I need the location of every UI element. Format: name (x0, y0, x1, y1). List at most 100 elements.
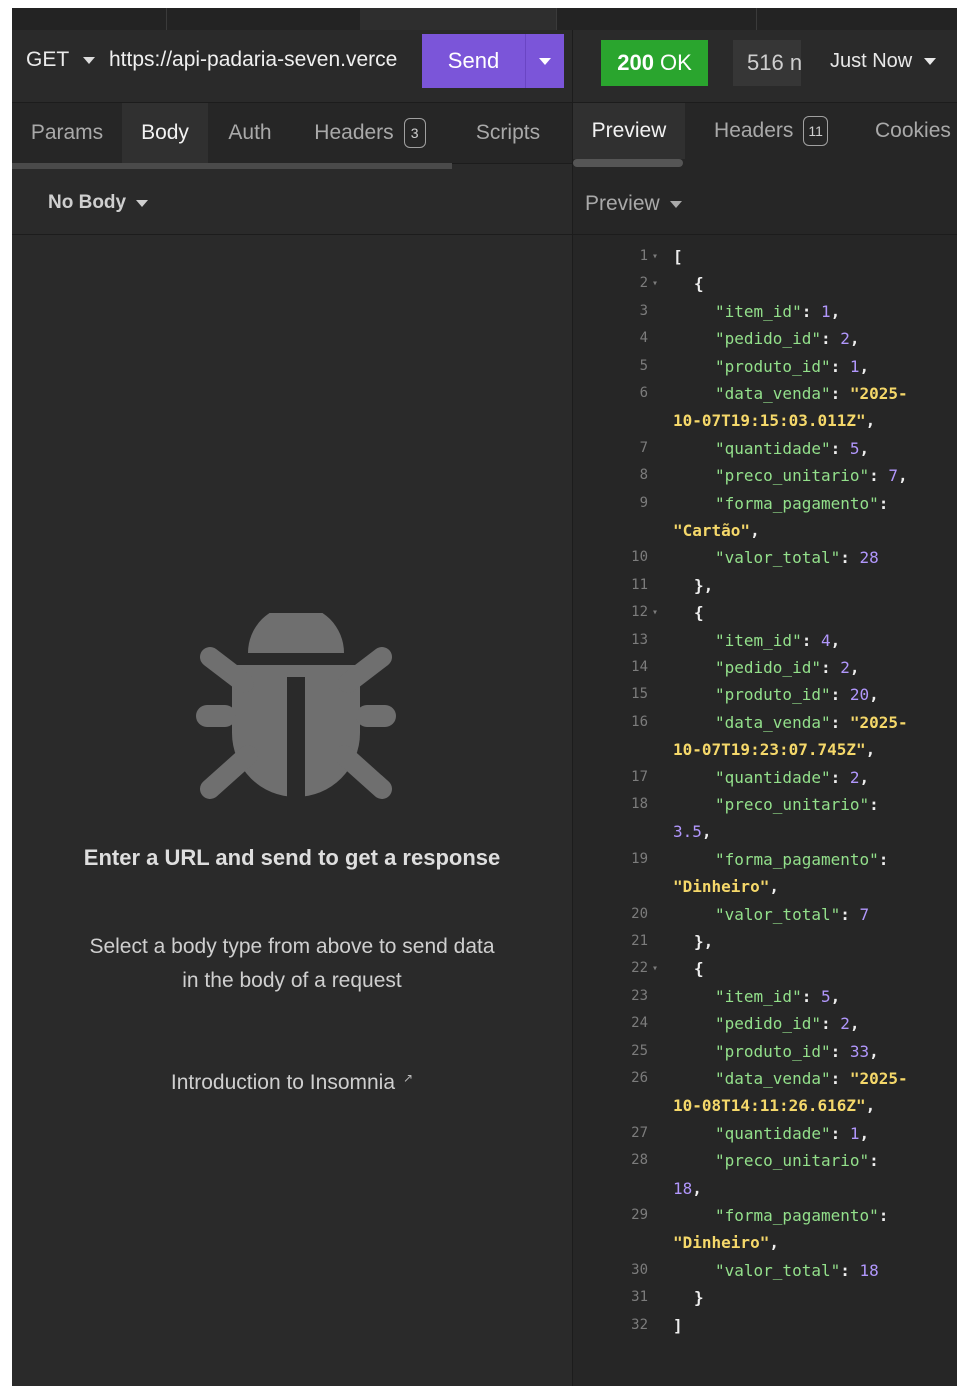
line-number: 16 (631, 713, 648, 730)
code-line: 3.5, (573, 818, 957, 845)
code-text: "forma_pagamento": (715, 493, 889, 513)
tab-label: Headers (314, 121, 394, 144)
code-line: 32] (573, 1312, 957, 1339)
code-line: 17 "quantidade": 2, (573, 764, 957, 791)
code-line: 25 "produto_id": 33, (573, 1038, 957, 1065)
fold-toggle-icon[interactable]: ▾ (652, 243, 662, 270)
preview-mode-select[interactable]: Preview (585, 192, 682, 216)
insomnia-app: GET https://api-padaria-seven.verce Send… (12, 8, 957, 1386)
code-line: 19 "forma_pagamento": (573, 846, 957, 873)
bug-icon (196, 613, 396, 799)
code-text: { (694, 274, 704, 294)
fold-toggle-icon[interactable]: ▾ (652, 955, 662, 982)
code-line: 4 "pedido_id": 2, (573, 325, 957, 352)
code-text: "valor_total": 18 (715, 1260, 879, 1280)
response-time-select[interactable]: Just Now (830, 50, 937, 73)
method-select[interactable]: GET (26, 48, 96, 72)
line-number: 31 (631, 1289, 648, 1306)
code-text: "forma_pagamento": (715, 1206, 889, 1225)
code-text: 10-08T14:11:26.616Z", (673, 1096, 876, 1116)
url-input[interactable]: https://api-padaria-seven.verce (109, 48, 424, 72)
window-tab[interactable] (556, 8, 757, 30)
send-options-button[interactable] (526, 57, 564, 65)
line-number: 17 (631, 768, 648, 785)
code-line: 10 "valor_total": 28 (573, 544, 957, 571)
status-badge: 200 OK (601, 40, 708, 86)
request-pane: GET https://api-padaria-seven.verce Send… (12, 30, 573, 1386)
subtitle-line: Select a body type from above to send da… (89, 935, 495, 958)
code-text: [ (673, 247, 683, 266)
line-number: 5 (639, 357, 648, 374)
response-pane: 200 OK 516 n Just Now Preview Headers 11… (573, 30, 957, 1386)
code-text: "pedido_id": 2, (715, 658, 860, 677)
code-line: "Dinheiro", (573, 873, 957, 900)
line-number: 21 (631, 933, 648, 949)
code-line: 14 "pedido_id": 2, (573, 654, 957, 681)
line-number: 18 (631, 796, 648, 812)
code-text: "item_id": 4, (715, 630, 841, 650)
chevron-down-icon (136, 199, 149, 207)
window-tab[interactable] (12, 8, 167, 30)
empty-state: Enter a URL and send to get a response S… (12, 235, 572, 1386)
code-line: 29 "forma_pagamento": (573, 1202, 957, 1229)
code-line: 12 ▾ { (573, 599, 957, 626)
tabs-scrollbar[interactable] (573, 159, 683, 167)
tab-cookies[interactable]: Cookies (875, 103, 957, 159)
code-line: 30 "valor_total": 18 (573, 1257, 957, 1284)
fold-toggle-icon[interactable]: ▾ (652, 270, 662, 297)
fold-toggle-icon[interactable]: ▾ (652, 599, 662, 626)
code-text: "data_venda": "2025- (715, 712, 908, 732)
tab-scripts[interactable]: Scripts (448, 103, 568, 163)
chevron-down-icon (539, 57, 551, 65)
tab-params[interactable]: Params (12, 103, 122, 163)
line-number: 26 (631, 1070, 648, 1086)
status-code: 200 (617, 50, 654, 75)
response-time: Just Now (830, 50, 913, 72)
subtitle-line: in the body of a request (182, 969, 402, 992)
code-line: 8 "preco_unitario": 7, (573, 462, 957, 489)
chevron-down-icon (83, 56, 96, 64)
code-text: "forma_pagamento": (715, 849, 889, 869)
tabs-scrollbar[interactable] (12, 163, 452, 169)
tab-headers[interactable]: Headers 3 (292, 103, 448, 163)
method-label: GET (26, 48, 70, 71)
tab-auth[interactable]: Auth (208, 103, 292, 163)
code-line: 18 "preco_unitario": (573, 791, 957, 818)
intro-link[interactable]: Introduction to Insomnia ↗ (12, 1071, 572, 1095)
line-number: 23 (631, 987, 648, 1004)
code-line: 3 "item_id": 1, (573, 298, 957, 325)
send-button[interactable]: Send (422, 34, 564, 88)
line-number: 24 (631, 1015, 648, 1032)
response-status-bar: 200 OK 516 n Just Now (573, 30, 957, 103)
window-tab-active[interactable] (360, 8, 557, 30)
code-text: "item_id": 1, (715, 301, 841, 321)
code-text: "valor_total": 7 (715, 904, 870, 924)
body-type-select[interactable]: No Body (48, 192, 149, 214)
tab-body[interactable]: Body (122, 103, 208, 163)
tab-label: Preview (591, 119, 667, 142)
code-line: 10-07T19:23:07.745Z", (573, 736, 957, 763)
tab-preview[interactable]: Preview (573, 103, 685, 159)
line-number: 3 (639, 302, 648, 319)
line-number: 11 (631, 576, 648, 593)
tab-label: Headers (714, 119, 794, 142)
tab-response-headers[interactable]: Headers 11 (691, 103, 851, 159)
code-line: 1 ▾ [ (573, 243, 957, 270)
code-line: 16 "data_venda": "2025- (573, 709, 957, 736)
line-number: 32 (631, 1316, 648, 1333)
headers-count-badge: 11 (803, 116, 828, 146)
code-text: { (694, 603, 704, 623)
line-number: 28 (631, 1152, 648, 1169)
send-label: Send (447, 48, 500, 73)
code-text: }, (694, 575, 714, 595)
code-line: "Cartão", (573, 517, 957, 544)
empty-state-title: Enter a URL and send to get a response (83, 845, 501, 870)
code-text: 18, (673, 1178, 702, 1198)
tab-label: Body (141, 121, 189, 144)
code-line: 31} (573, 1284, 957, 1311)
body-type-bar: No Body (12, 170, 572, 235)
code-line: 5 "produto_id": 1, (573, 353, 957, 380)
code-text: "preco_unitario": (715, 1151, 879, 1171)
window-tab[interactable] (166, 8, 361, 30)
code-line: 21}, (573, 928, 957, 955)
